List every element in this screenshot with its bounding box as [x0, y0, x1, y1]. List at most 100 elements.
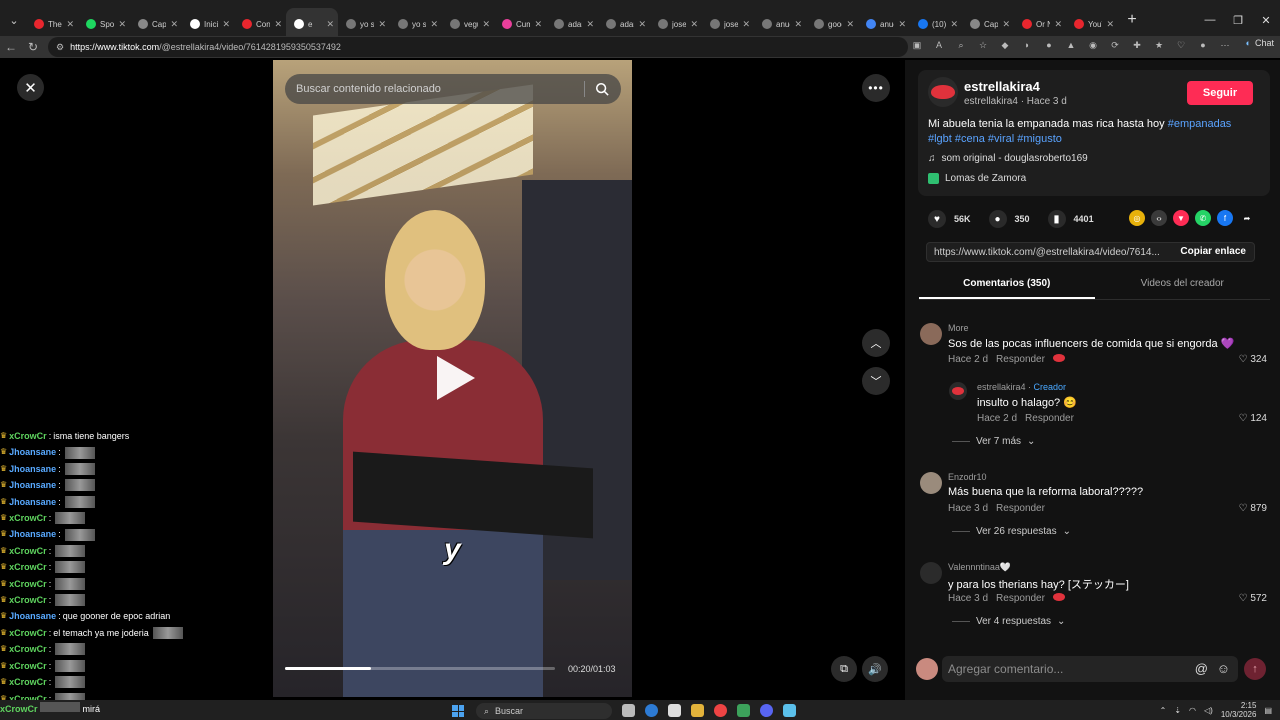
chat-username[interactable]: xCrowCr: [9, 641, 47, 657]
share-arrow-icon[interactable]: ➦: [1239, 210, 1255, 226]
next-video-button[interactable]: ﹀: [862, 367, 890, 395]
speaker-icon[interactable]: ◁): [1204, 706, 1213, 715]
tab-close-icon[interactable]: ✕: [534, 19, 542, 30]
tab-close-icon[interactable]: ✕: [66, 19, 74, 30]
tab-close-icon[interactable]: ✕: [274, 19, 282, 30]
tab-search-icon[interactable]: ⌄: [2, 8, 26, 32]
tab-close-icon[interactable]: ✕: [898, 19, 906, 30]
extension-icon[interactable]: ●: [1042, 38, 1056, 52]
site-info-icon[interactable]: ⚙: [56, 42, 64, 53]
comment-like[interactable]: ♡ 879: [1239, 503, 1267, 514]
favorites-icon[interactable]: ★: [1152, 38, 1166, 52]
tab-close-icon[interactable]: ✕: [1054, 19, 1062, 30]
tab-comments[interactable]: Comentarios (350): [919, 276, 1095, 299]
minimize-icon[interactable]: —: [1196, 0, 1224, 40]
taskbar-search[interactable]: ⌕ Buscar: [476, 703, 612, 719]
commenter-avatar[interactable]: [920, 562, 942, 584]
tab-close-icon[interactable]: ✕: [586, 19, 594, 30]
commenter-avatar[interactable]: [920, 323, 942, 345]
tab-close-icon[interactable]: ✕: [170, 19, 178, 30]
chat-username[interactable]: xCrowCr: [9, 674, 47, 690]
video-progress-bar[interactable]: [285, 667, 555, 670]
reload-icon[interactable]: ↻: [22, 40, 44, 54]
commenter-avatar[interactable]: [920, 472, 942, 494]
chat-username[interactable]: Jhoansane: [9, 444, 56, 460]
tab-close-icon[interactable]: ✕: [638, 19, 646, 30]
reply-button[interactable]: Responder: [1025, 413, 1074, 424]
chevron-up-icon[interactable]: ⌃: [1160, 706, 1167, 715]
wifi-icon[interactable]: ◠: [1189, 706, 1196, 715]
send-share-icon[interactable]: ▼: [1173, 210, 1189, 226]
close-window-icon[interactable]: ✕: [1252, 0, 1280, 40]
close-video-button[interactable]: ✕: [17, 74, 44, 101]
tab-close-icon[interactable]: ✕: [742, 19, 750, 30]
reply-button[interactable]: Responder: [996, 354, 1045, 365]
extension-icon[interactable]: ◆: [998, 38, 1012, 52]
translate-icon[interactable]: A: [932, 38, 946, 52]
facebook-icon[interactable]: f: [1217, 210, 1233, 226]
tab-close-icon[interactable]: ✕: [222, 19, 230, 30]
comment-bubble-icon[interactable]: ●: [988, 210, 1007, 228]
chat-username[interactable]: xCrowCr: [9, 625, 47, 641]
follow-button[interactable]: Seguir: [1187, 81, 1253, 105]
tab-close-icon[interactable]: ✕: [1106, 19, 1114, 30]
reply-button[interactable]: Responder: [996, 593, 1045, 604]
chat-username[interactable]: xCrowCr: [9, 543, 47, 559]
bookmark-star-icon[interactable]: ☆: [976, 38, 990, 52]
comment-like[interactable]: ♡ 124: [1239, 413, 1267, 424]
chat-username[interactable]: xCrowCr: [9, 592, 47, 608]
copilot-chat-button[interactable]: ◐ Chat: [1246, 38, 1274, 48]
send-arrow-icon[interactable]: ↑: [1244, 658, 1266, 680]
video-link-box[interactable]: https://www.tiktok.com/@estrellakira4/vi…: [926, 242, 1255, 262]
my-avatar[interactable]: [916, 658, 938, 680]
menu-icon[interactable]: ⋯: [1218, 38, 1232, 52]
reply-button[interactable]: Responder: [996, 503, 1045, 514]
comment-username[interactable]: Valennntinaa🤍: [948, 562, 1011, 573]
install-app-icon[interactable]: ▣: [910, 38, 924, 52]
view-more-replies[interactable]: Ver 4 respuestas ⌄: [919, 616, 1270, 630]
chat-username[interactable]: Jhoansane: [9, 494, 56, 510]
extension-icon[interactable]: ▲: [1064, 38, 1078, 52]
view-more-replies[interactable]: Ver 7 más ⌄: [919, 436, 1270, 450]
zoom-icon[interactable]: ⌕: [954, 38, 968, 52]
chat-username[interactable]: xCrowCr: [9, 428, 47, 444]
chat-username[interactable]: Jhoansane: [9, 526, 56, 542]
chrome-icon[interactable]: [714, 704, 727, 717]
coin-share-icon[interactable]: ◎: [1129, 210, 1145, 226]
copy-link-button[interactable]: Copiar enlace: [1180, 246, 1246, 257]
music-row[interactable]: ♫ som original - douglasroberto169: [928, 153, 1088, 164]
creator-reply-avatar[interactable]: [949, 382, 967, 400]
notes-icon[interactable]: [783, 704, 796, 717]
tab-close-icon[interactable]: ✕: [950, 19, 958, 30]
task-view-icon[interactable]: [622, 704, 635, 717]
windows-start-icon[interactable]: [452, 705, 464, 717]
view-more-replies[interactable]: Ver 26 respuestas ⌄: [919, 526, 1270, 540]
new-tab-button[interactable]: +: [1118, 11, 1146, 29]
chat-username[interactable]: xCrowCr: [9, 510, 47, 526]
whatsapp-icon[interactable]: ✆: [1195, 210, 1211, 226]
terminal-icon[interactable]: [737, 704, 750, 717]
more-options-button[interactable]: •••: [862, 74, 890, 102]
tab-close-icon[interactable]: ✕: [846, 19, 854, 30]
view-more-row[interactable]: Ver 7 más ⌄: [952, 436, 1035, 447]
comment-username[interactable]: estrellakira4: [977, 382, 1026, 392]
location-row[interactable]: Lomas de Zamora: [928, 173, 1026, 184]
tab-close-icon[interactable]: ✕: [430, 19, 438, 30]
usb-icon[interactable]: ⇣: [1174, 706, 1181, 715]
volume-icon[interactable]: 🔊: [862, 656, 888, 682]
discord-icon[interactable]: [760, 704, 773, 717]
heart-icon[interactable]: ♡: [1174, 38, 1188, 52]
refresh-ext-icon[interactable]: ⟳: [1108, 38, 1122, 52]
view-more-row[interactable]: Ver 4 respuestas ⌄: [952, 616, 1065, 627]
extension-icon[interactable]: ◉: [1086, 38, 1100, 52]
tab-close-icon[interactable]: ✕: [326, 19, 334, 30]
comment-username[interactable]: More: [948, 323, 969, 333]
comment-like[interactable]: ♡ 572: [1239, 593, 1267, 604]
comment-like[interactable]: ♡ 324: [1239, 354, 1267, 365]
chat-username[interactable]: Jhoansane: [9, 608, 56, 624]
chat-username[interactable]: Jhoansane: [9, 461, 56, 477]
related-search-input[interactable]: Buscar contenido relacionado: [285, 74, 621, 104]
creator-name[interactable]: estrellakira4: [964, 79, 1040, 94]
tab-close-icon[interactable]: ✕: [794, 19, 802, 30]
edge-icon[interactable]: [645, 704, 658, 717]
